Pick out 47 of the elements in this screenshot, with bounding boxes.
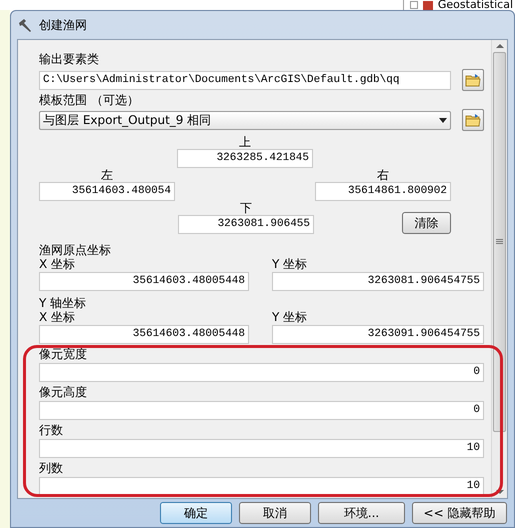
dialog-button[interactable]: 取消: [239, 502, 311, 524]
field-label: 像元高度: [39, 385, 88, 399]
folder-icon: [465, 113, 481, 127]
field-label: 下: [240, 201, 252, 215]
field-label: 模板范围 （可选）: [39, 93, 140, 107]
browse-button[interactable]: [462, 69, 484, 91]
number-field[interactable]: 10: [39, 439, 484, 458]
top-field[interactable]: 3263285.421845: [177, 149, 313, 168]
y-coordinate-field[interactable]: 3263091.906454755: [272, 325, 484, 344]
x-coordinate-field[interactable]: 35614603.48005448: [39, 272, 249, 291]
dropdown-arrow-icon: [439, 118, 447, 122]
right-field[interactable]: 35614861.800902: [315, 182, 451, 201]
dialog-button[interactable]: 确定: [160, 502, 232, 524]
field-label: X 坐标: [39, 310, 76, 324]
path-field[interactable]: C:\Users\Administrator\Documents\ArcGIS\Default.gdb\qq: [39, 70, 451, 90]
field-label: 行数: [39, 423, 64, 437]
layer-dropdown[interactable]: 与图层 Export_Output_9 相同: [39, 110, 451, 130]
x-coordinate-field[interactable]: 35614603.48005448: [39, 325, 249, 344]
dialog-button[interactable]: << 隐藏帮助: [412, 502, 507, 524]
clear-button[interactable]: 清除: [402, 212, 451, 234]
toolbox-icon: [422, 0, 434, 10]
field-label: 输出要素类: [39, 52, 100, 66]
field-label: 左: [101, 168, 113, 182]
field-label: Y 轴坐标: [39, 296, 88, 310]
field-label: Y 坐标: [272, 257, 308, 271]
field-label: 上: [239, 135, 251, 149]
bottom-field[interactable]: 3263081.906455: [178, 215, 314, 234]
field-label: X 坐标: [39, 257, 76, 271]
tree-item[interactable]: Geostatistical: [438, 0, 515, 10]
left-field[interactable]: 35614603.480054: [39, 182, 175, 201]
y-coordinate-field[interactable]: 3263081.906454755: [272, 272, 484, 291]
field-label: Y 坐标: [272, 310, 308, 324]
browse-button[interactable]: [462, 109, 484, 131]
scrollbar[interactable]: [491, 40, 507, 498]
field-label: 渔网原点坐标: [39, 243, 112, 257]
expand-icon[interactable]: [410, 1, 418, 9]
hammer-icon: [17, 17, 33, 33]
folder-icon: [465, 73, 481, 87]
field-label: 右: [377, 168, 389, 182]
field-label: 像元宽度: [39, 347, 88, 361]
number-field[interactable]: 0: [39, 401, 484, 420]
scroll-thumb[interactable]: [493, 52, 506, 432]
grip-icon: [496, 239, 503, 245]
dialog-button[interactable]: 环境...: [318, 502, 405, 524]
window-title: 创建渔网: [39, 17, 87, 34]
number-field[interactable]: 0: [39, 363, 484, 382]
field-label: 列数: [39, 461, 64, 475]
